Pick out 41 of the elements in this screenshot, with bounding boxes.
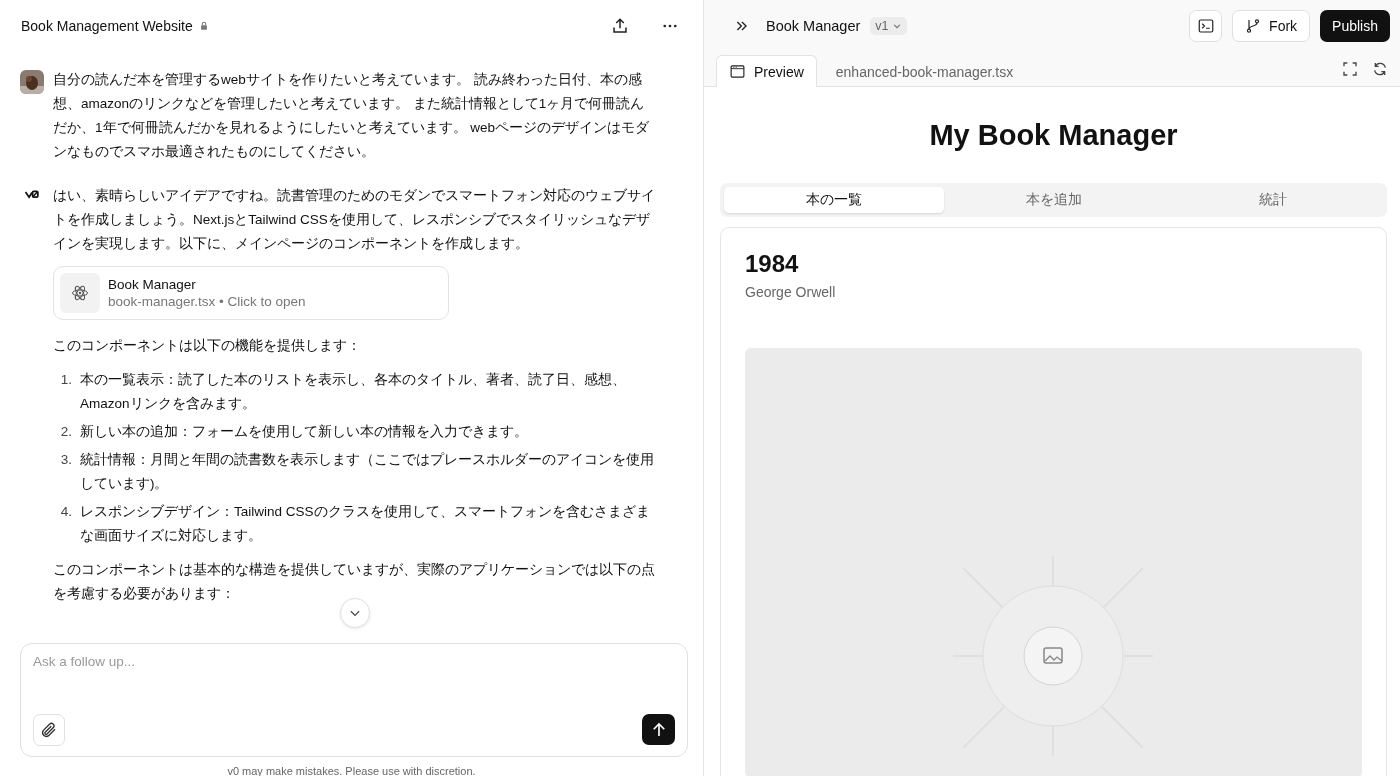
list-number: 3. [59, 451, 73, 469]
message-text: このコンポーネントは基本的な構造を提供していますが、実際のアプリケーションでは以下の点を考慮する必要があります： [53, 561, 656, 603]
message-text: はい、素晴らしいアイデアですね。読書管理のためのモダンでスマートフォン対応のウェブサイトを作成しましょう。Next.jsとTailwind CSSを使用して、レスポンシブでスタイリッシュなデザインを実現します。以下に、メインページのコンポーネントを作成します。 [53, 187, 656, 253]
app-tab[interactable]: 本の一覧 [724, 187, 944, 213]
project-title: Book Manager [766, 18, 861, 34]
terminal-icon [1196, 17, 1215, 35]
browser-window-icon [729, 63, 746, 80]
app-tab[interactable]: 本を追加 [943, 187, 1164, 213]
terminal-button[interactable] [1189, 10, 1223, 42]
list-number: 4. [59, 503, 73, 521]
list-item-text: 統計情報：月間と年間の読書数を表示します（ここではプレースホルダーのアイコンを使用しています)。 [80, 451, 655, 493]
version-dropdown[interactable]: v1 [870, 17, 907, 35]
list-number: 1. [59, 371, 73, 389]
paperclip-icon [40, 721, 58, 739]
list-number: 2. [59, 423, 73, 441]
file-subtitle: book-manager.tsx • Click to open [108, 294, 306, 309]
file-card[interactable]: Book Manager book-manager.tsx • Click to open [53, 266, 449, 320]
fullscreen-icon[interactable] [1342, 61, 1358, 77]
fork-button[interactable]: Fork [1232, 10, 1311, 42]
share-icon[interactable] [611, 17, 629, 35]
panel-tab[interactable]: enhanced-book-manager.tsx [822, 55, 1027, 87]
book-title: 1984 [745, 250, 800, 278]
message-input-field[interactable]: Ask a follow up... [20, 643, 688, 757]
list-item-text: 本の一覧表示：読了した本のリストを表示し、各本のタイトル、著者、読了日、感想、Amazonリンクを含みます。 [80, 371, 627, 413]
publish-button[interactable]: Publish [1320, 10, 1390, 42]
atom-icon [71, 284, 89, 302]
app-tab[interactable]: 統計 [1163, 187, 1383, 213]
refresh-icon[interactable] [1372, 61, 1388, 77]
attach-button[interactable] [33, 714, 65, 746]
list-item-text: レスポンシブデザイン：Tailwind CSSのクラスを使用して、スマートフォンを含むさまざまな画面サイズに対応します。 [80, 503, 651, 545]
message-text: このコンポーネントは以下の機能を提供します： [53, 337, 362, 355]
message-text: 自分の読んだ本を管理するwebサイトを作りたいと考えています。 読み終わった日付、本の感想、amazonのリンクなどを管理したいと考えています。 また統計情報として1ヶ月で何冊読んだか、1年で何冊読んだかを見れるようにしたいと考えています。 webページのデザインはモダンなものでスマホ最適されたものにしてください。 [53, 71, 651, 161]
panel-tab[interactable]: Preview [716, 55, 817, 87]
file-title: Book Manager [108, 277, 197, 292]
chat-title: Book Management Website [21, 18, 193, 34]
app-title: My Book Manager [928, 119, 1179, 152]
branch-icon [1245, 18, 1262, 34]
chevron-down-icon [891, 21, 902, 31]
book-author: George Orwell [745, 284, 837, 300]
send-button[interactable] [642, 714, 675, 745]
list-item-text: 新しい本の追加：フォームを使用して新しい本の情報を入力できます。 [80, 423, 529, 441]
